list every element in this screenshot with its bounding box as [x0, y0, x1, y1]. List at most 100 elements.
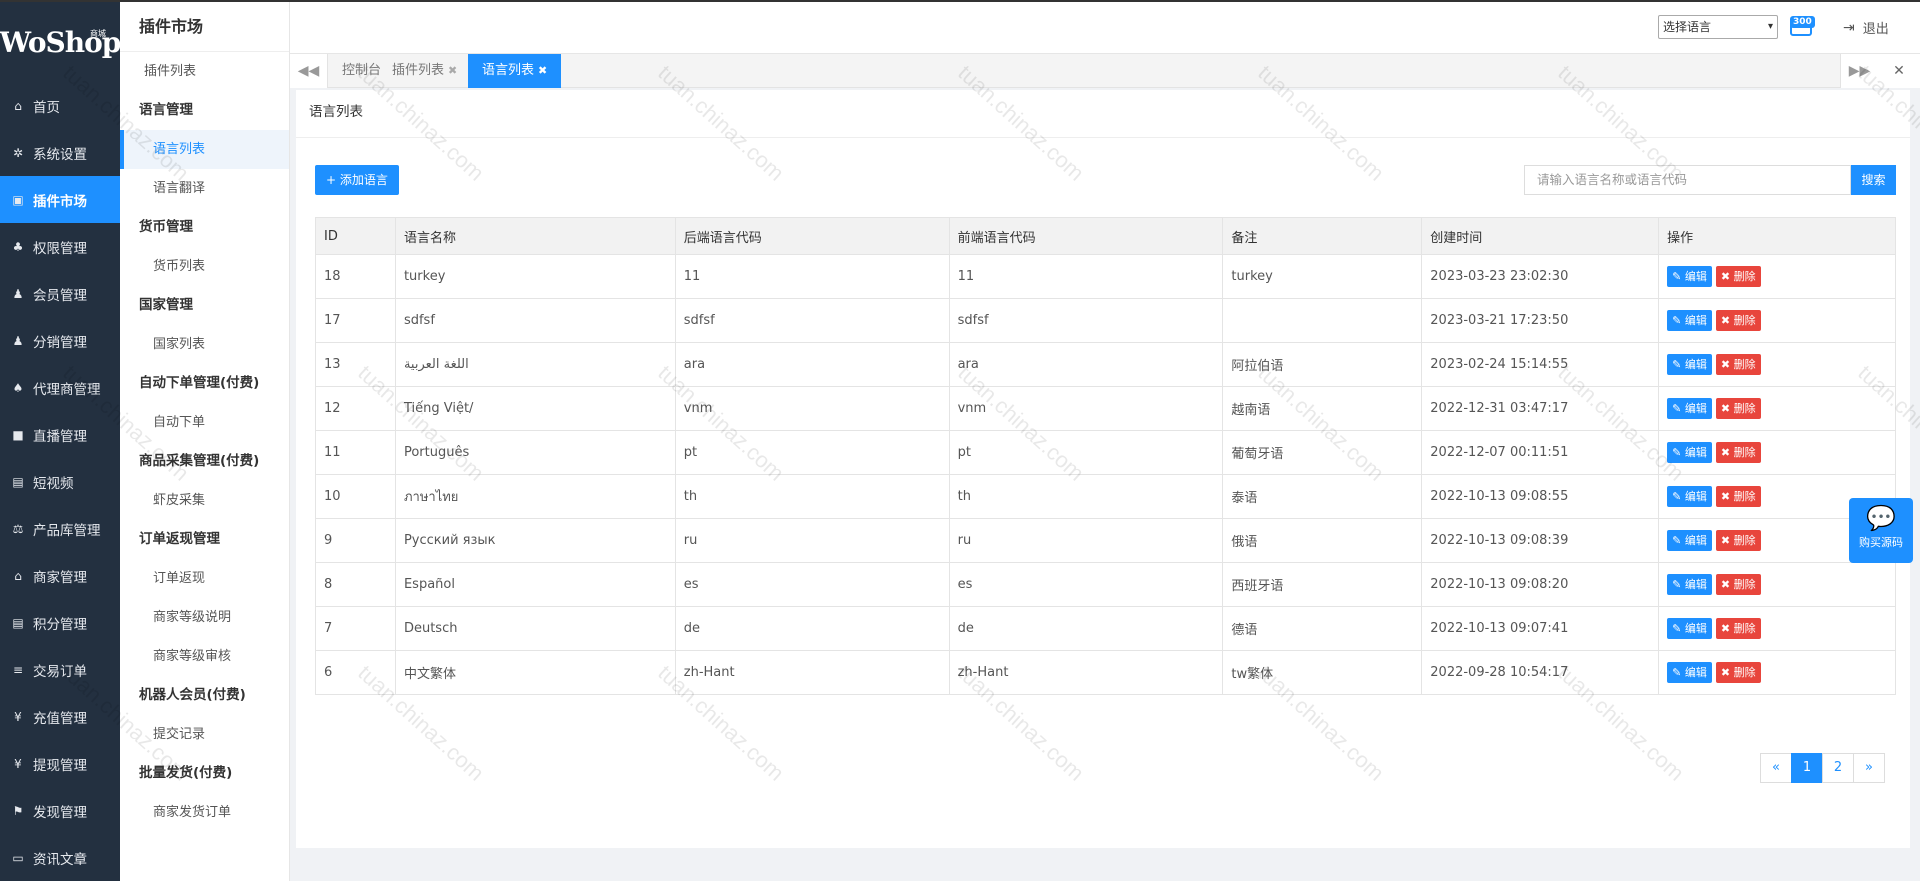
sub-sidebar-item[interactable]: 自动下单 — [120, 403, 289, 442]
sidebar-item[interactable]: ■ 直播管理 — [0, 411, 120, 458]
table-header-cell: 操作 — [1658, 217, 1896, 255]
sidebar-item[interactable]: ▣ 插件市场 — [0, 176, 120, 223]
tab-item[interactable]: 语言列表 ✖ — [468, 54, 562, 88]
table-cell: 中文繁体 — [394, 650, 676, 695]
delete-button[interactable]: ✖ 删除 — [1715, 530, 1761, 551]
close-icon[interactable]: ✖ — [448, 64, 457, 77]
sub-sidebar-menu: 插件列表 语言管理 语言列表 语言翻译 货币管理 货币列表 国家管理 国家列表 自动下单管理(付… — [120, 52, 289, 832]
plus-icon: + — [326, 173, 340, 187]
close-all-tabs-icon[interactable]: ✕ — [1878, 54, 1920, 88]
sidebar-item[interactable]: ♠ 代理商管理 — [0, 364, 120, 411]
delete-button[interactable]: ✖ 删除 — [1715, 398, 1761, 419]
close-icon[interactable]: ✖ — [538, 64, 547, 77]
sub-sidebar-item[interactable]: 订单返现 — [120, 559, 289, 598]
sidebar-item[interactable]: ♟ 会员管理 — [0, 270, 120, 317]
sidebar-item[interactable]: ▭ 资讯文章 — [0, 834, 120, 881]
table-row: 12 Tiếng Việt/vnm vnm 越南语 2022-12-31 03:47:1… — [315, 386, 1896, 431]
table-cell-actions: ✎ 编辑 ✖ 删除 — [1658, 430, 1896, 475]
sub-sidebar-item[interactable]: 语言翻译 — [120, 169, 289, 208]
table-cell: th — [674, 474, 950, 519]
edit-label: 编辑 — [1684, 314, 1707, 327]
logo[interactable]: WoShop 商城 — [0, 2, 121, 82]
delete-button[interactable]: ✖ 删除 — [1715, 662, 1761, 683]
edit-button[interactable]: ✎ 编辑 — [1667, 398, 1712, 419]
logout-button[interactable]: ⇥ 退出 — [1843, 18, 1889, 38]
edit-label: 编辑 — [1684, 358, 1707, 371]
sidebar-item[interactable]: ≡ 交易订单 — [0, 646, 120, 693]
edit-button[interactable]: ✎ 编辑 — [1667, 310, 1712, 331]
edit-button[interactable]: ✎ 编辑 — [1667, 618, 1712, 639]
sidebar-item-label: 代理商管理 — [33, 381, 101, 398]
sidebar-item[interactable]: ⚑ 发现管理 — [0, 787, 120, 834]
message-button[interactable]: 300 — [1790, 16, 1820, 40]
delete-button[interactable]: ✖ 删除 — [1715, 618, 1761, 639]
table-cell-actions: ✎ 编辑 ✖ 删除 — [1658, 254, 1896, 299]
edit-button[interactable]: ✎ 编辑 — [1667, 662, 1712, 683]
sidebar-item[interactable]: ▤ 积分管理 — [0, 599, 120, 646]
sub-sidebar-item[interactable]: 提交记录 — [120, 715, 289, 754]
sidebar-item[interactable]: ⌂ 首页 — [0, 82, 120, 129]
pencil-icon: ✎ — [1672, 490, 1685, 503]
sidebar-item-label: 会员管理 — [33, 287, 87, 304]
sidebar-item-label: 资讯文章 — [33, 851, 87, 868]
edit-button[interactable]: ✎ 编辑 — [1667, 442, 1712, 463]
sub-sidebar-item[interactable]: 语言列表 — [120, 130, 289, 169]
delete-label: 删除 — [1733, 314, 1756, 327]
sidebar-item[interactable]: ⚖ 产品库管理 — [0, 505, 120, 552]
sidebar-item[interactable]: ♟ 分销管理 — [0, 317, 120, 364]
edit-button[interactable]: ✎ 编辑 — [1667, 574, 1712, 595]
sub-sidebar-item[interactable]: 商家等级说明 — [120, 598, 289, 637]
pencil-icon: ✎ — [1672, 446, 1685, 459]
sidebar-item[interactable]: ✲ 系统设置 — [0, 129, 120, 176]
table-row: 8 Español es es 西班牙语 2022-10-13 09:08:20 ✎ 编辑 ✖… — [315, 562, 1896, 607]
delete-button[interactable]: ✖ 删除 — [1715, 486, 1761, 507]
add-language-button[interactable]: + 添加语言 — [315, 165, 399, 195]
buy-source-label: 购买源码 — [1859, 536, 1903, 549]
sub-sidebar-item[interactable]: 货币列表 — [120, 247, 289, 286]
sub-sidebar-item[interactable]: 虾皮采集 — [120, 481, 289, 520]
sub-sidebar-item[interactable]: 插件列表 — [120, 52, 289, 91]
tab-label: 控制台 — [342, 63, 382, 78]
sub-sidebar-item[interactable]: 商家等级审核 — [120, 637, 289, 676]
delete-button[interactable]: ✖ 删除 — [1715, 442, 1761, 463]
sub-sidebar-group: 商品采集管理(付费) — [139, 453, 260, 469]
delete-button[interactable]: ✖ 删除 — [1715, 574, 1761, 595]
search-button[interactable]: 搜索 — [1851, 165, 1896, 195]
sidebar-item[interactable]: ¥ 充值管理 — [0, 693, 120, 740]
pagination-page[interactable]: 1 — [1791, 753, 1823, 783]
edit-button[interactable]: ✎ 编辑 — [1667, 354, 1712, 375]
delete-button[interactable]: ✖ 删除 — [1715, 354, 1761, 375]
delete-button[interactable]: ✖ 删除 — [1715, 310, 1761, 331]
sidebar-item[interactable]: ¥ 提现管理 — [0, 740, 120, 787]
table-cell: 泰语 — [1222, 474, 1423, 519]
sub-sidebar-item[interactable]: 国家列表 — [120, 325, 289, 364]
tab-bar: ◀◀ 控制台 插件列表 ✖ 语言列表 ✖ ▶▶ ✕ — [290, 54, 1920, 88]
close-icon: ✖ — [1720, 490, 1734, 503]
tab-scroll-right-icon[interactable]: ▶▶ — [1840, 54, 1878, 88]
tab-item[interactable]: 插件列表 ✖ — [378, 54, 471, 88]
table-cell: 18 — [315, 254, 396, 299]
table-cell: tw繁体 — [1222, 650, 1423, 695]
buy-source-button[interactable]: 💬 购买源码 — [1849, 498, 1913, 563]
sidebar-item[interactable]: ⌂ 商家管理 — [0, 552, 120, 599]
sidebar-item[interactable]: ▤ 短视频 — [0, 458, 120, 505]
pagination-prev[interactable]: « — [1760, 753, 1792, 783]
table-cell-actions: ✎ 编辑 ✖ 删除 — [1658, 342, 1896, 387]
edit-button[interactable]: ✎ 编辑 — [1667, 486, 1712, 507]
sub-sidebar-group: 批量发货(付费) — [139, 765, 233, 781]
sidebar-menu: ⌂ 首页 ✲ 系统设置 ▣ 插件市场 ♣ 权限管理 ♟ 会员管理 ♟ 分销管理 ♠ 代理商管理 ■ 直播管理 ▤… — [0, 82, 120, 881]
table-cell: Tiếng Việt/ — [394, 386, 676, 431]
delete-label: 删除 — [1733, 490, 1756, 503]
search-input[interactable]: 请输入语言名称或语言代码 — [1524, 165, 1851, 195]
edit-button[interactable]: ✎ 编辑 — [1667, 266, 1712, 287]
delete-button[interactable]: ✖ 删除 — [1715, 266, 1761, 287]
edit-button[interactable]: ✎ 编辑 — [1667, 530, 1712, 551]
language-select[interactable]: 选择语言 ▾ — [1658, 15, 1778, 39]
table-cell: 11 — [674, 254, 950, 299]
pagination-next[interactable]: » — [1853, 753, 1885, 783]
table-cell — [1222, 298, 1423, 343]
tab-scroll-left-icon[interactable]: ◀◀ — [290, 54, 328, 88]
pagination-page[interactable]: 2 — [1822, 753, 1854, 783]
sidebar-item[interactable]: ♣ 权限管理 — [0, 223, 120, 270]
sub-sidebar-item[interactable]: 商家发货订单 — [120, 793, 289, 832]
